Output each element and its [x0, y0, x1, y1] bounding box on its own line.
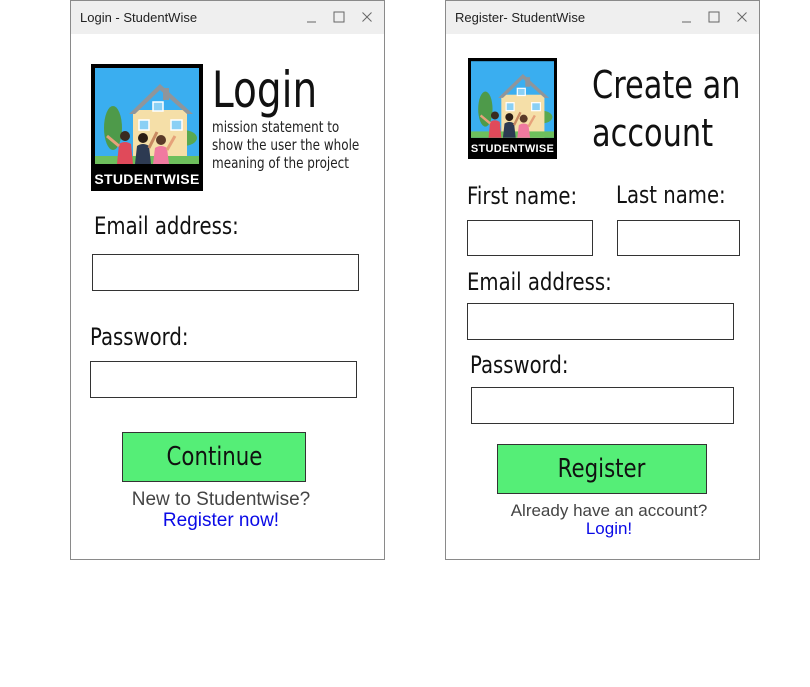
- register-button[interactable]: Register: [497, 444, 707, 494]
- house-students-icon: [95, 68, 199, 164]
- logo-brand-text: STUDENTWISE: [94, 171, 200, 187]
- password-label-text: Password:: [90, 323, 189, 351]
- create-account-line-1: Create an: [592, 63, 741, 107]
- first-name-label-text: First name:: [467, 182, 578, 210]
- minimize-icon[interactable]: [303, 8, 321, 26]
- email-field[interactable]: [467, 303, 734, 340]
- close-icon[interactable]: [358, 8, 376, 26]
- first-name-label: First name:: [467, 182, 601, 210]
- login-window-title: Login - StudentWise: [80, 10, 198, 25]
- new-user-text: New to Studentwise?: [131, 489, 311, 510]
- studentwise-logo: STUDENTWISE: [91, 64, 203, 191]
- login-window: Login - StudentWise STUDENTWISE Login mi…: [70, 0, 385, 560]
- last-name-label: Last name:: [616, 181, 750, 209]
- register-window: Register- StudentWise STUDENTWISE Create…: [445, 0, 760, 560]
- login-heading: Login: [212, 63, 347, 117]
- email-label-text: Email address:: [94, 212, 239, 240]
- register-titlebar[interactable]: Register- StudentWise: [446, 1, 759, 34]
- login-titlebar[interactable]: Login - StudentWise: [71, 1, 384, 34]
- mission-statement: mission statement to show the user the w…: [212, 118, 396, 172]
- password-label-text: Password:: [470, 351, 569, 379]
- maximize-icon[interactable]: [705, 8, 723, 26]
- register-window-title: Register- StudentWise: [455, 10, 586, 25]
- register-now-link[interactable]: Register now!: [131, 510, 311, 532]
- password-field[interactable]: [471, 387, 734, 424]
- last-name-field[interactable]: [617, 220, 740, 256]
- email-label-text: Email address:: [467, 268, 612, 296]
- logo-brand-text: STUDENTWISE: [470, 143, 555, 155]
- email-label: Email address:: [94, 212, 271, 240]
- studentwise-logo: STUDENTWISE: [468, 58, 557, 159]
- close-icon[interactable]: [733, 8, 751, 26]
- login-link[interactable]: Login!: [559, 519, 659, 539]
- password-label: Password:: [90, 323, 210, 351]
- minimize-icon[interactable]: [678, 8, 696, 26]
- continue-button[interactable]: Continue: [122, 432, 306, 482]
- maximize-icon[interactable]: [330, 8, 348, 26]
- have-account-text: Already have an account?: [510, 501, 708, 520]
- create-account-line-2: account: [592, 111, 714, 155]
- last-name-label-text: Last name:: [616, 181, 726, 209]
- first-name-field[interactable]: [467, 220, 593, 256]
- continue-button-label: Continue: [166, 442, 262, 472]
- email-field[interactable]: [92, 254, 359, 291]
- register-button-label: Register: [558, 454, 646, 484]
- mission-line-1: mission statement to: [212, 118, 340, 136]
- mission-line-2: show the user the whole: [212, 136, 360, 154]
- login-heading-text: Login: [212, 61, 318, 119]
- create-account-heading: Create an account: [592, 61, 778, 157]
- house-students-icon: [471, 61, 554, 138]
- email-label: Email address:: [467, 268, 644, 296]
- password-label: Password:: [470, 351, 590, 379]
- password-field[interactable]: [90, 361, 357, 398]
- mission-line-3: meaning of the project: [212, 154, 349, 172]
